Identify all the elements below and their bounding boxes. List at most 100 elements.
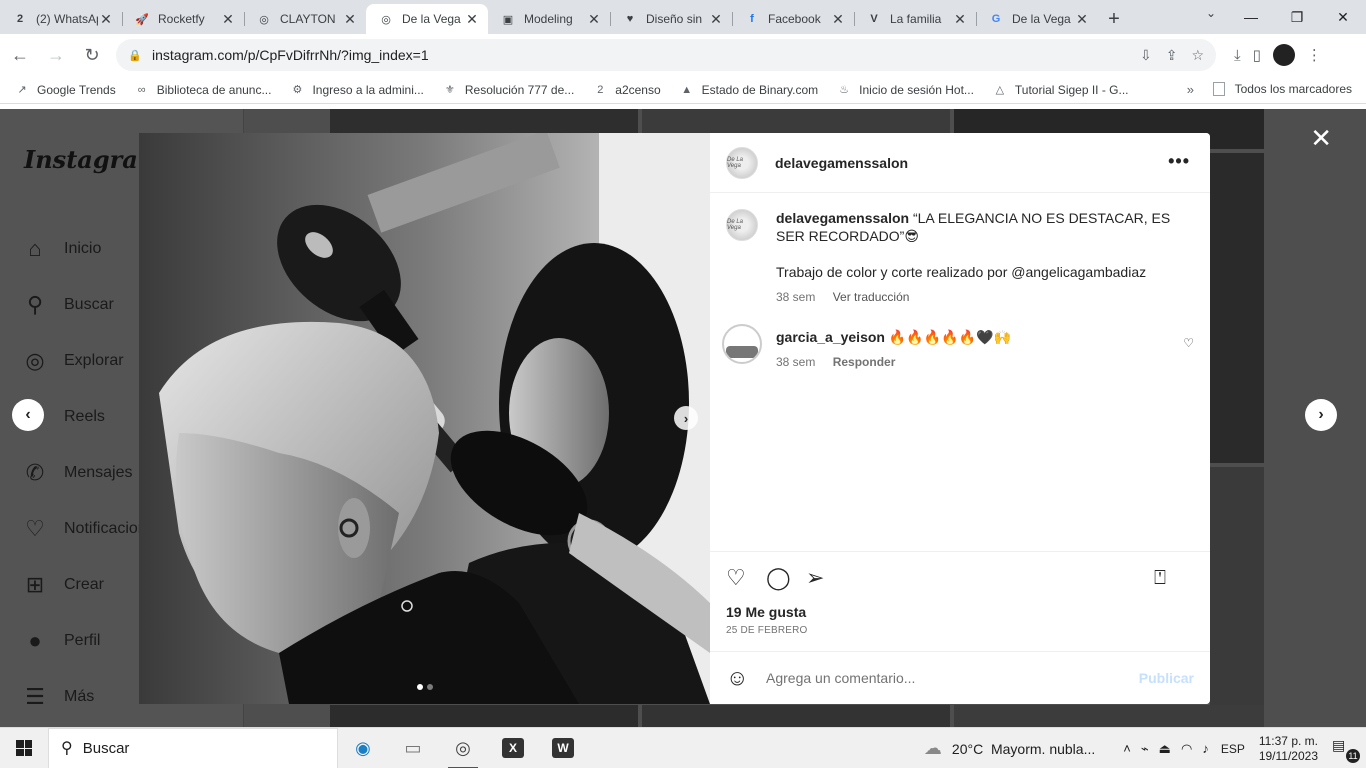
publish-button[interactable]: Publicar (1139, 670, 1194, 686)
browser-tab-google-delavega[interactable]: G De la Vega ✕ (976, 4, 1098, 34)
reload-icon[interactable]: ↻ (76, 39, 108, 71)
bookmark-a2censo[interactable]: 2 a2censo (592, 82, 660, 98)
windows-taskbar: ⚲ Buscar ◉ ▭ ◎ X W ☁ 20°C Mayorm. nubla.… (0, 727, 1366, 768)
browser-tab-lafamilia[interactable]: V La familia ✕ (854, 4, 976, 34)
side-panel-icon[interactable]: ▯ (1253, 46, 1261, 64)
bookmark-biblioteca[interactable]: ∞ Biblioteca de anunc... (134, 82, 272, 98)
grid-tile (330, 705, 638, 727)
tab-close-icon[interactable]: ✕ (952, 11, 968, 28)
next-image-arrow-icon[interactable]: › (674, 406, 698, 430)
bookmark-binary[interactable]: ▲ Estado de Binary.com (679, 82, 818, 98)
weather-widget[interactable]: ☁ 20°C Mayorm. nubla... (924, 738, 1095, 759)
taskbar-edge[interactable]: ◉ (338, 728, 388, 768)
tab-close-icon[interactable]: ✕ (220, 11, 236, 28)
comment-like-heart-icon[interactable]: ♡ (1183, 336, 1194, 350)
profile-avatar-icon[interactable] (1272, 44, 1295, 66)
chevron-up-icon[interactable]: ˄ (1123, 741, 1131, 757)
tab-close-icon[interactable]: ✕ (830, 11, 846, 28)
next-post-arrow-icon[interactable]: › (1305, 399, 1337, 431)
windows-logo-icon (16, 740, 32, 756)
taskbar-word[interactable]: W (538, 728, 588, 768)
instagram-icon: ◎ (259, 13, 269, 26)
caption-comment: De La Vega delavegamenssalon “LA ELEGANC… (726, 209, 1194, 306)
download-icon[interactable]: ⤓ (1234, 47, 1241, 64)
all-bookmarks-folder[interactable]: Todos los marcadores (1212, 82, 1352, 96)
new-tab-button[interactable]: + (1098, 4, 1130, 34)
tab-close-icon[interactable]: ✕ (586, 11, 602, 28)
bookmark-google-trends[interactable]: ↗ Google Trends (14, 82, 115, 98)
browser-tab-whatsapp[interactable]: 2 (2) WhatsApp ✕ (0, 4, 122, 34)
post-image[interactable]: › (139, 133, 710, 704)
taskbar-excel[interactable]: X (488, 728, 538, 768)
notification-center-icon[interactable]: ▤ 11 (1332, 737, 1360, 763)
back-arrow-icon[interactable]: ← (4, 39, 36, 71)
install-app-icon[interactable]: ⇩ (1140, 47, 1152, 64)
emoji-picker-icon[interactable]: ☺ (726, 665, 766, 691)
v-icon: V (870, 13, 878, 25)
browser-tab-facebook[interactable]: f Facebook ✕ (732, 4, 854, 34)
minimize-icon[interactable]: — (1228, 0, 1274, 34)
grid-tile (330, 109, 638, 133)
tab-close-icon[interactable]: ✕ (708, 11, 724, 28)
usb-icon[interactable]: ⏏ (1159, 741, 1171, 757)
caption-time[interactable]: 38 sem (776, 290, 815, 304)
browser-tab-delavega-active[interactable]: ◎ De la Vega ✕ (366, 4, 488, 34)
translate-link[interactable]: Ver traducción (833, 290, 910, 304)
comment-time[interactable]: 38 sem (776, 355, 815, 369)
start-button[interactable] (0, 728, 48, 768)
close-window-icon[interactable]: ✕ (1320, 0, 1366, 34)
account-avatar[interactable]: De La Vega (726, 146, 758, 179)
browser-tab-clayton[interactable]: ◎ CLAYTON ✕ (244, 4, 366, 34)
post-username[interactable]: delavegamenssalon (775, 155, 908, 171)
likes-count[interactable]: 19 Me gusta (726, 604, 1194, 620)
site-info-icon[interactable]: 🔒 (128, 49, 144, 62)
comment-avatar[interactable] (722, 324, 762, 364)
url-text[interactable]: instagram.com/p/CpFvDifrrNh/?img_index=1 (152, 47, 1140, 63)
bookmark-resolucion[interactable]: ⚜ Resolución 777 de... (442, 82, 574, 98)
tab-close-icon[interactable]: ✕ (1074, 11, 1090, 28)
tab-search-chevron-icon[interactable]: ⌄ (1206, 6, 1216, 20)
forward-arrow-icon[interactable]: → (40, 39, 72, 71)
save-bookmark-icon[interactable]: ⍞ (1154, 567, 1194, 590)
comment-username[interactable]: garcia_a_yeison (776, 329, 885, 345)
language-indicator[interactable]: ESP (1221, 742, 1245, 756)
bookmark-hot[interactable]: ♨ Inicio de sesión Hot... (836, 82, 974, 98)
tab-close-icon[interactable]: ✕ (464, 11, 480, 28)
more-options-icon[interactable]: ••• (1168, 151, 1190, 172)
clock[interactable]: 11:37 p. m. 19/11/2023 (1259, 734, 1318, 764)
window-controls: — ❐ ✕ (1228, 0, 1366, 34)
compass-icon: ◎ (25, 348, 45, 373)
tab-title: Facebook (768, 12, 821, 26)
tab-close-icon[interactable]: ✕ (98, 11, 114, 28)
comment-text: 🔥🔥🔥🔥🔥🖤🙌 (888, 329, 1011, 345)
reply-link[interactable]: Responder (833, 355, 896, 369)
caption-avatar[interactable]: De La Vega (726, 209, 758, 241)
battery-plug-icon[interactable]: ⌁ (1141, 741, 1149, 757)
browser-tab-modeling[interactable]: ▣ Modeling ✕ (488, 4, 610, 34)
caption-username[interactable]: delavegamenssalon (776, 210, 909, 226)
share-icon[interactable]: ⇪ (1166, 47, 1178, 64)
taskbar-file-explorer[interactable]: ▭ (388, 728, 438, 768)
restore-icon[interactable]: ❐ (1274, 0, 1320, 34)
taskbar-chrome[interactable]: ◎ (438, 728, 488, 768)
comment-input[interactable] (766, 670, 1139, 686)
kebab-menu-icon[interactable]: ⋮ (1307, 46, 1322, 64)
close-modal-icon[interactable]: ✕ (1310, 123, 1332, 154)
wifi-icon[interactable]: ◠ (1181, 741, 1192, 757)
bookmarks-overflow-icon[interactable]: » (1187, 82, 1194, 97)
like-heart-icon[interactable]: ♡ (726, 565, 766, 591)
tab-close-icon[interactable]: ✕ (342, 11, 358, 28)
previous-post-arrow-icon[interactable]: ‹ (12, 399, 44, 431)
volume-icon[interactable]: ♪ (1202, 741, 1209, 757)
heart-icon: ♡ (25, 516, 45, 541)
bookmark-ingreso[interactable]: ⚙ Ingreso a la admini... (289, 82, 424, 98)
grid-tile (642, 705, 950, 727)
share-paper-plane-icon[interactable]: ➢ (806, 565, 846, 591)
address-bar[interactable]: 🔒 instagram.com/p/CpFvDifrrNh/?img_index… (116, 39, 1216, 71)
taskbar-search-box[interactable]: ⚲ Buscar (48, 727, 338, 768)
browser-tab-diseno[interactable]: ♥ Diseño sin ✕ (610, 4, 732, 34)
browser-tab-rocketfy[interactable]: 🚀 Rocketfy ✕ (122, 4, 244, 34)
bookmark-star-icon[interactable]: ☆ (1191, 47, 1204, 64)
comment-bubble-icon[interactable]: ◯ (766, 565, 806, 591)
bookmark-sigep[interactable]: △ Tutorial Sigep II - G... (992, 82, 1129, 98)
